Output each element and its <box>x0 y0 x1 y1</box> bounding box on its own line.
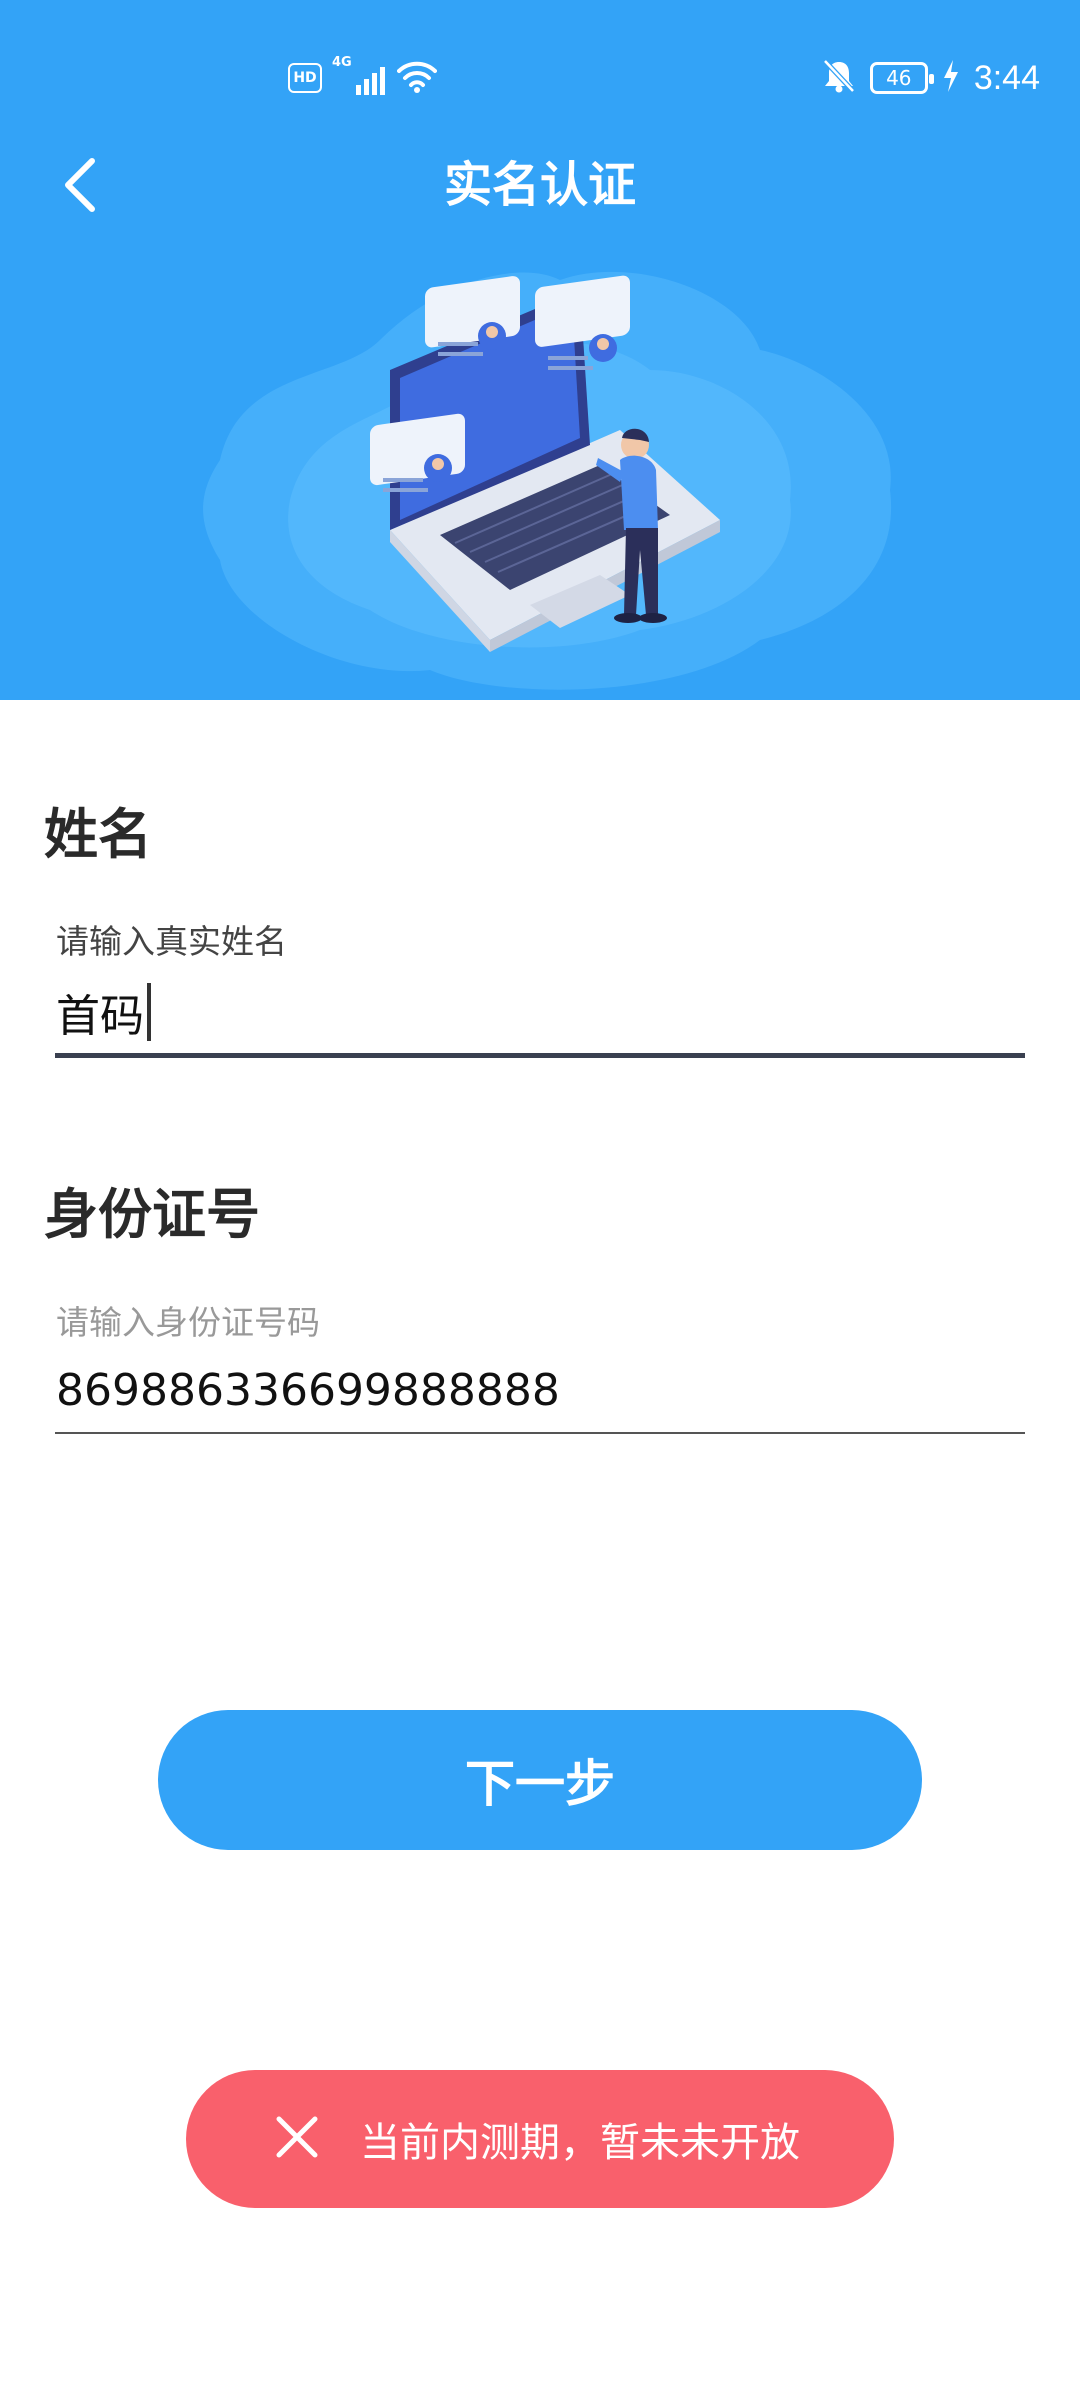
verification-illustration <box>203 271 892 690</box>
wifi-icon <box>397 59 437 97</box>
page-title: 实名认证 <box>443 157 636 213</box>
text-caret <box>147 983 151 1041</box>
name-hint: 请输入真实姓名 <box>56 922 287 961</box>
id-number-input-underline <box>55 1432 1025 1434</box>
status-left: HD 4G <box>288 55 437 98</box>
status-time: 3:44 <box>973 58 1040 97</box>
close-icon <box>274 2114 320 2164</box>
status-right: 46 3:44 <box>822 56 1040 100</box>
id-number-input[interactable]: 869886336699888888 <box>56 1365 560 1416</box>
bell-off-icon <box>822 58 856 98</box>
network-type: 4G <box>332 55 352 70</box>
id-number-label: 身份证号 <box>44 1183 260 1246</box>
id-number-hint: 请输入身份证号码 <box>56 1303 320 1342</box>
name-label: 姓名 <box>44 803 152 866</box>
header-banner: HD 4G 46 3:44 实名认证 <box>0 0 1080 700</box>
toast-message: 当前内测期，暂未未开放 <box>186 2070 894 2208</box>
id-number-input-value: 869886336699888888 <box>56 1365 560 1416</box>
name-input-value: 首码 <box>56 991 144 1042</box>
battery-indicator: 46 <box>869 62 934 94</box>
status-bar: HD 4G 46 3:44 <box>0 0 1080 150</box>
name-input[interactable]: 首码 <box>56 980 151 1044</box>
next-step-button[interactable]: 下一步 <box>158 1710 922 1850</box>
hd-badge: HD <box>288 63 322 93</box>
lightning-icon <box>942 60 960 96</box>
toast-text: 当前内测期，暂未未开放 <box>360 2120 800 2166</box>
signal-icon: 4G <box>332 55 385 95</box>
name-input-underline <box>55 1053 1025 1058</box>
